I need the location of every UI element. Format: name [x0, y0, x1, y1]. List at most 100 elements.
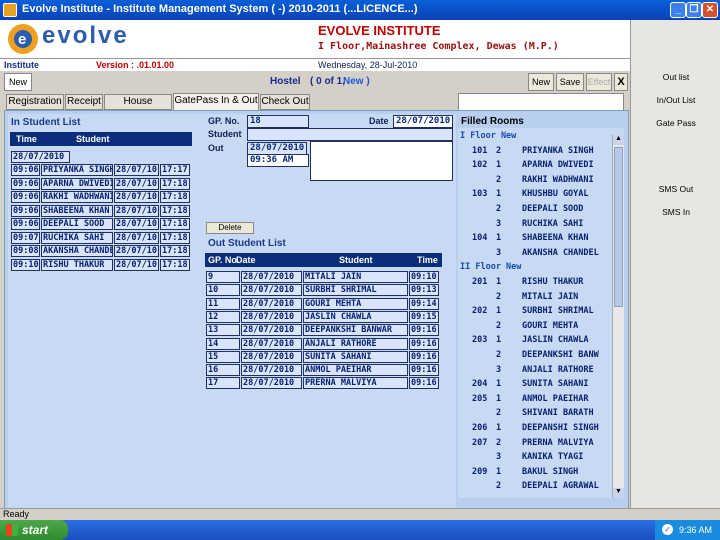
out-row-time[interactable]: 09:16	[409, 337, 439, 350]
out-time-field[interactable]: 09:36 AM	[247, 154, 309, 167]
out-row-time[interactable]: 09:16	[409, 377, 439, 390]
out-row-time[interactable]: 09:15	[409, 310, 439, 323]
out-row-student[interactable]: SUNITA SAHANI	[303, 350, 408, 363]
out-row-gp[interactable]: 12	[206, 310, 240, 323]
out-row-student[interactable]: PRERNA MALVIYA	[303, 377, 408, 390]
out-row-time[interactable]: 09:16	[409, 350, 439, 363]
out-row-date[interactable]: 28/07/2010	[241, 284, 302, 297]
room-occupant[interactable]: ANMOL PAEIHAR	[522, 394, 589, 404]
room-occupant[interactable]: RUCHIKA SAHI	[522, 219, 583, 229]
out-row-date[interactable]: 28/07/2010	[241, 337, 302, 350]
in-row-out-time[interactable]: 17:18	[160, 258, 190, 271]
in-row-student[interactable]: SHABEENA KHAN	[41, 204, 113, 217]
in-row-time[interactable]: 09:06	[11, 204, 40, 217]
in-row-date[interactable]: 28/07/10	[114, 191, 159, 203]
room-occupant[interactable]: DEEPALI SOOD	[522, 204, 583, 214]
room-occupant[interactable]: ANJALI RATHORE	[522, 365, 594, 375]
effect-button[interactable]: Effect	[586, 73, 612, 91]
room-occupant[interactable]: DEEPALI AGRAWAL	[522, 481, 599, 491]
out-row-gp[interactable]: 15	[206, 350, 240, 363]
out-row-date[interactable]: 28/07/2010	[241, 364, 302, 377]
room-occupant[interactable]: PRIYANKA SINGH	[522, 146, 594, 156]
out-row-student[interactable]: MITALI JAIN	[303, 271, 408, 283]
room-occupant[interactable]: GOURI MEHTA	[522, 321, 578, 331]
in-row-date[interactable]: 28/07/10	[114, 245, 159, 257]
scroll-down-icon[interactable]: ▼	[613, 488, 624, 498]
out-row-date[interactable]: 28/07/2010	[241, 350, 302, 363]
room-occupant[interactable]: KHUSHBU GOYAL	[522, 189, 589, 199]
out-row-time[interactable]: 09:16	[409, 364, 439, 377]
in-row-out-time[interactable]: 17:18	[160, 177, 190, 190]
room-occupant[interactable]: KANIKA TYAGI	[522, 452, 583, 462]
room-occupant[interactable]: SURBHI SHRIMAL	[522, 306, 594, 316]
out-row-date[interactable]: 28/07/2010	[241, 271, 302, 283]
in-row-time[interactable]: 09:06	[11, 177, 40, 190]
in-row-time[interactable]: 09:06	[11, 191, 40, 203]
out-row-gp[interactable]: 9	[206, 271, 240, 283]
tab-check-out[interactable]: Check Out	[260, 94, 310, 110]
out-row-date[interactable]: 28/07/2010	[241, 310, 302, 323]
start-button[interactable]: start	[0, 520, 68, 540]
out-row-gp[interactable]: 11	[206, 297, 240, 310]
out-row-student[interactable]: GOURI MEHTA	[303, 297, 408, 310]
maximize-button[interactable]: ❐	[686, 2, 702, 18]
sidebar-sms-in[interactable]: SMS In	[631, 201, 720, 223]
in-row-out-time[interactable]: 17:18	[160, 218, 190, 230]
rooms-scrollbar[interactable]: ▲ ▼	[612, 135, 624, 498]
room-occupant[interactable]: JASLIN CHAWLA	[522, 335, 589, 345]
scroll-up-icon[interactable]: ▲	[613, 135, 624, 145]
out-row-gp[interactable]: 14	[206, 337, 240, 350]
remarks-box[interactable]	[310, 141, 453, 181]
new-doc-tab[interactable]: New	[4, 73, 32, 91]
gp-no-field[interactable]: 18	[247, 115, 309, 128]
date-field[interactable]: 28/07/2010	[393, 115, 453, 128]
in-row-student[interactable]: PRIYANKA SINGH	[41, 164, 113, 176]
tab-receipt[interactable]: Receipt	[65, 94, 103, 110]
save-button[interactable]: Save	[556, 73, 584, 91]
out-row-student[interactable]: ANMOL PAEIHAR	[303, 364, 408, 377]
out-row-student[interactable]: DEEPANKSHI BANWAR	[303, 324, 408, 337]
room-occupant[interactable]: APARNA DWIVEDI	[522, 160, 594, 170]
scroll-thumb[interactable]	[614, 147, 623, 307]
out-row-student[interactable]: JASLIN CHAWLA	[303, 310, 408, 323]
in-row-student[interactable]: RISHU THAKUR	[41, 258, 113, 271]
in-row-date[interactable]: 28/07/10	[114, 231, 159, 244]
in-row-student[interactable]: APARNA DWIVEDI	[41, 177, 113, 190]
in-row-date[interactable]: 28/07/10	[114, 218, 159, 230]
room-occupant[interactable]: DEEPANKSHI BANW	[522, 350, 599, 360]
room-occupant[interactable]: AKANSHA CHANDEL	[522, 248, 599, 258]
in-row-student[interactable]: AKANSHA CHANDEL	[41, 245, 113, 257]
room-occupant[interactable]: SHIVANI BARATH	[522, 408, 594, 418]
sidebar-gate-pass[interactable]: Gate Pass	[631, 112, 720, 134]
new-button[interactable]: New	[528, 73, 554, 91]
in-row-time[interactable]: 09:07	[11, 231, 40, 244]
record-new-link[interactable]: New )	[343, 76, 370, 87]
room-occupant[interactable]: PRERNA MALVIYA	[522, 438, 594, 448]
room-occupant[interactable]: SHABEENA KHAN	[522, 233, 589, 243]
room-occupant[interactable]: RISHU THAKUR	[522, 277, 583, 287]
in-row-student[interactable]: DEEPALI SOOD	[41, 218, 113, 230]
in-row-out-time[interactable]: 17:17	[160, 164, 190, 176]
sidebar-sms-out[interactable]: SMS Out	[631, 178, 720, 200]
tab-gatepass[interactable]: GatePass In & Out	[173, 93, 259, 111]
out-row-time[interactable]: 09:16	[409, 324, 439, 337]
in-row-time[interactable]: 09:06	[11, 218, 40, 230]
in-row-out-time[interactable]: 17:18	[160, 204, 190, 217]
out-row-date[interactable]: 28/07/2010	[241, 377, 302, 390]
in-row-time[interactable]: 09:06	[11, 164, 40, 176]
room-occupant[interactable]: MITALI JAIN	[522, 292, 578, 302]
in-row-student[interactable]: RUCHIKA SAHI	[41, 231, 113, 244]
in-row-student[interactable]: RAKHI WADHWANI	[41, 191, 113, 203]
in-row-date[interactable]: 28/07/10	[114, 258, 159, 271]
in-row-time[interactable]: 09:10	[11, 258, 40, 271]
out-row-date[interactable]: 28/07/2010	[241, 297, 302, 310]
out-row-time[interactable]: 09:10	[409, 271, 439, 283]
out-row-gp[interactable]: 10	[206, 284, 240, 297]
in-row-out-time[interactable]: 17:18	[160, 231, 190, 244]
tab-house-keeping[interactable]: House Keeping	[104, 94, 172, 121]
sidebar-out-list[interactable]: Out list	[631, 66, 720, 88]
close-form-button[interactable]: X	[614, 73, 628, 91]
out-row-gp[interactable]: 13	[206, 324, 240, 337]
in-row-date[interactable]: 28/07/10	[114, 164, 159, 176]
in-row-date[interactable]: 28/07/10	[114, 177, 159, 190]
